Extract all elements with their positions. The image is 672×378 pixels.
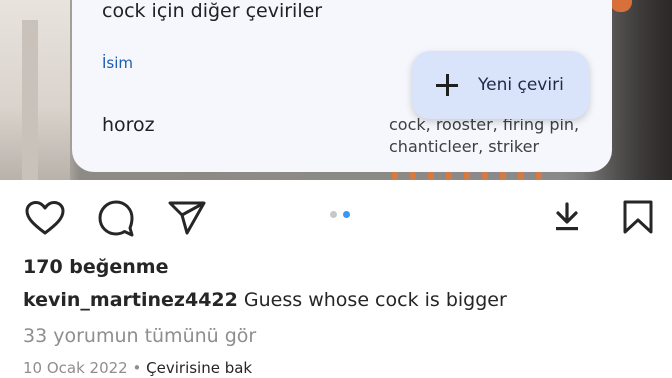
heart-icon[interactable] (24, 200, 66, 236)
carousel-dot (330, 211, 337, 218)
photo-door-frame (22, 20, 38, 180)
likes-count[interactable]: 170 beğenme (23, 256, 168, 278)
meta-separator: • (132, 359, 142, 377)
caption-text: Guess whose cock is bigger (243, 289, 507, 311)
see-translation-link[interactable]: Çevirisine bak (146, 359, 252, 377)
carousel-indicator (330, 211, 350, 218)
download-icon[interactable] (553, 202, 581, 232)
translation-word[interactable]: horoz (102, 114, 155, 136)
caption-username[interactable]: kevin_martinez4422 (23, 289, 238, 311)
card-title: cock için diğer çeviriler (102, 0, 323, 22)
share-icon[interactable] (168, 200, 206, 236)
plus-icon (436, 74, 458, 96)
part-of-speech-label: İsim (102, 54, 134, 72)
post-action-bar (0, 180, 672, 252)
translation-card: cock için diğer çeviriler İsim horoz coc… (72, 0, 612, 172)
view-comments-link[interactable]: 33 yorumun tümünü gör (23, 325, 256, 347)
post-date: 10 Ocak 2022 (23, 359, 128, 377)
new-translation-label: Yeni çeviri (478, 75, 564, 95)
post-image[interactable]: cock için diğer çeviriler İsim horoz coc… (0, 0, 672, 180)
bookmark-icon[interactable] (622, 199, 654, 235)
comment-icon[interactable] (97, 199, 135, 237)
translation-synonyms: cock, rooster, firing pin, chanticleer, … (389, 115, 580, 156)
new-translation-button[interactable]: Yeni çeviri (412, 51, 589, 119)
post-meta: 10 Ocak 2022 • Çevirisine bak (23, 359, 252, 377)
post-caption: kevin_martinez4422 Guess whose cock is b… (23, 289, 507, 311)
carousel-dot-active (343, 211, 350, 218)
